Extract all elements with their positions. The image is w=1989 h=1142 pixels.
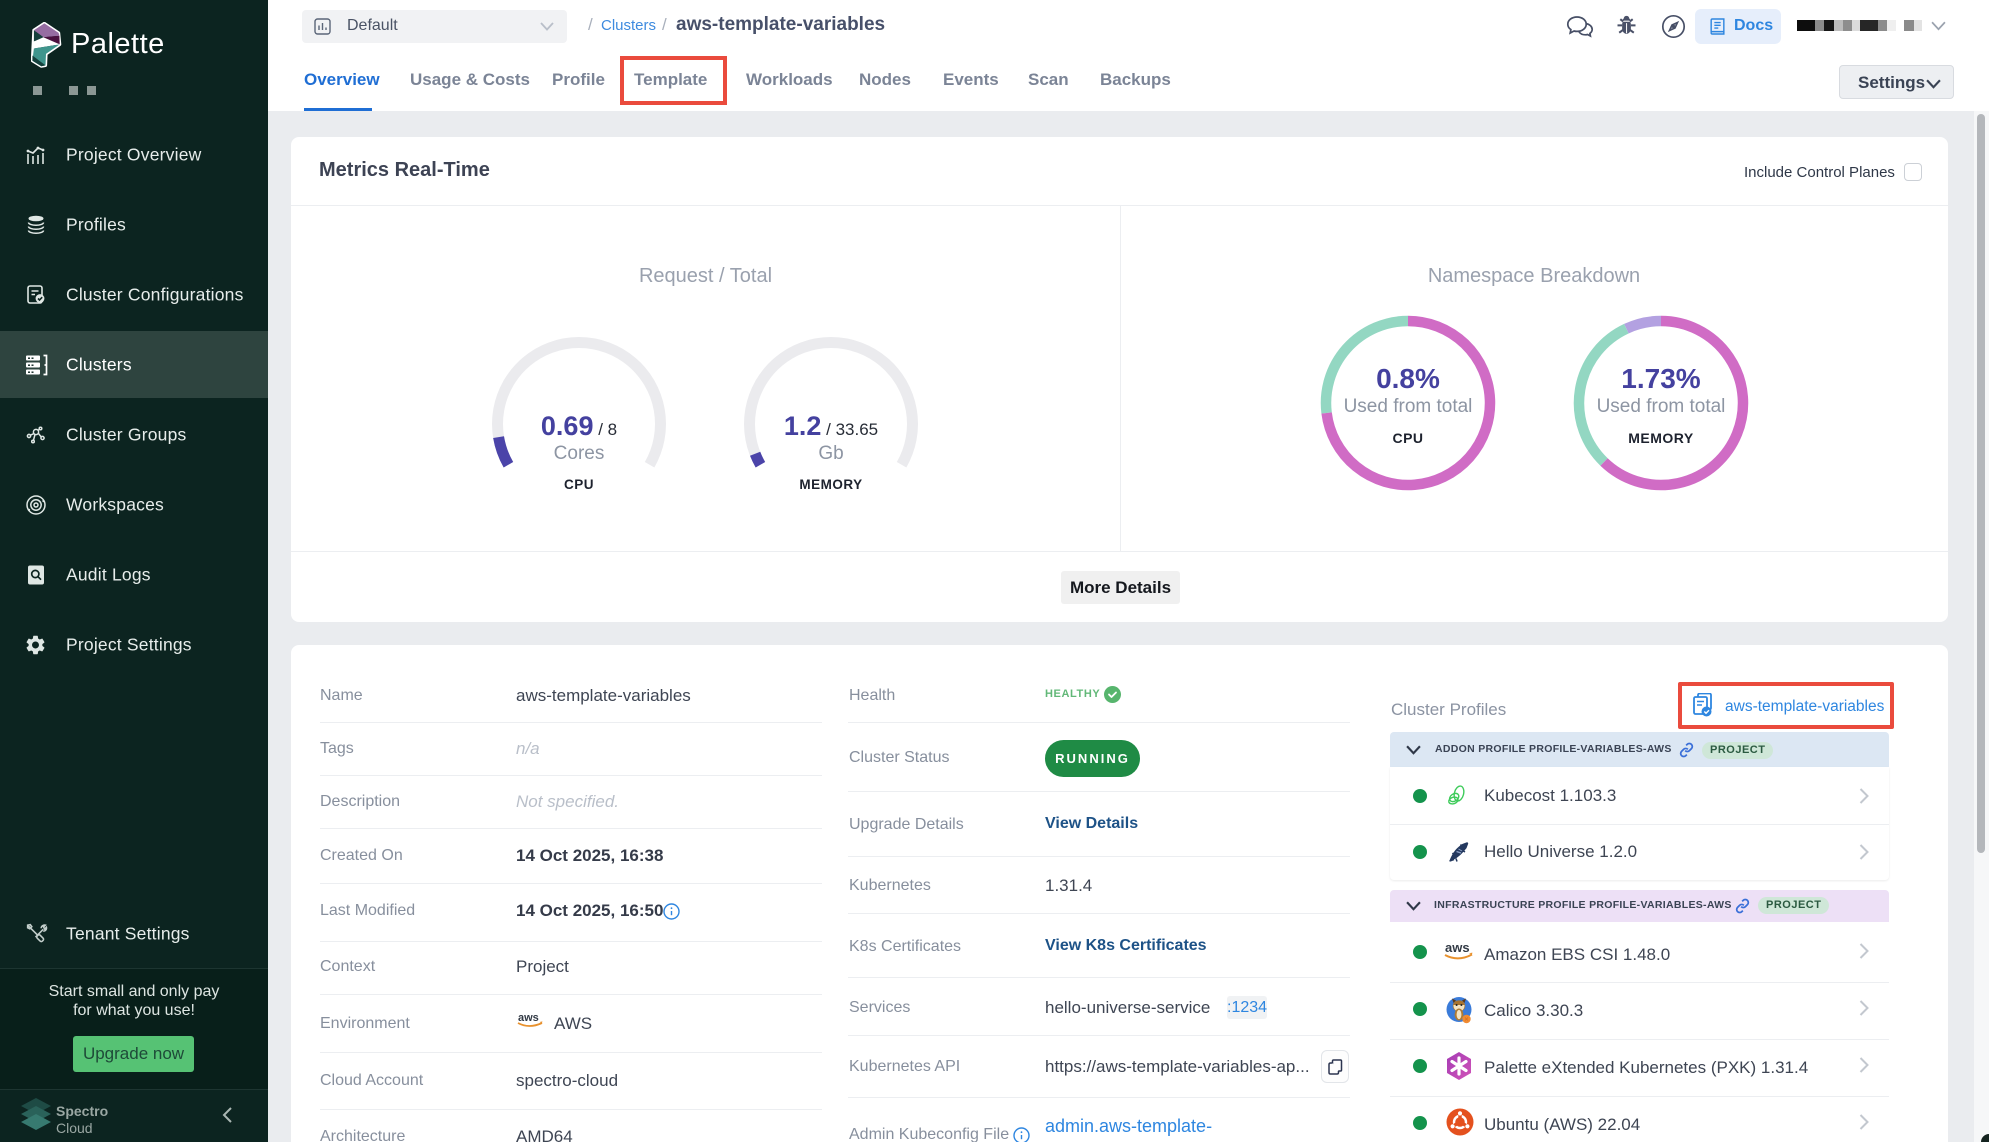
- svg-text:aws: aws: [518, 1012, 539, 1024]
- svg-text:aws: aws: [1445, 940, 1470, 955]
